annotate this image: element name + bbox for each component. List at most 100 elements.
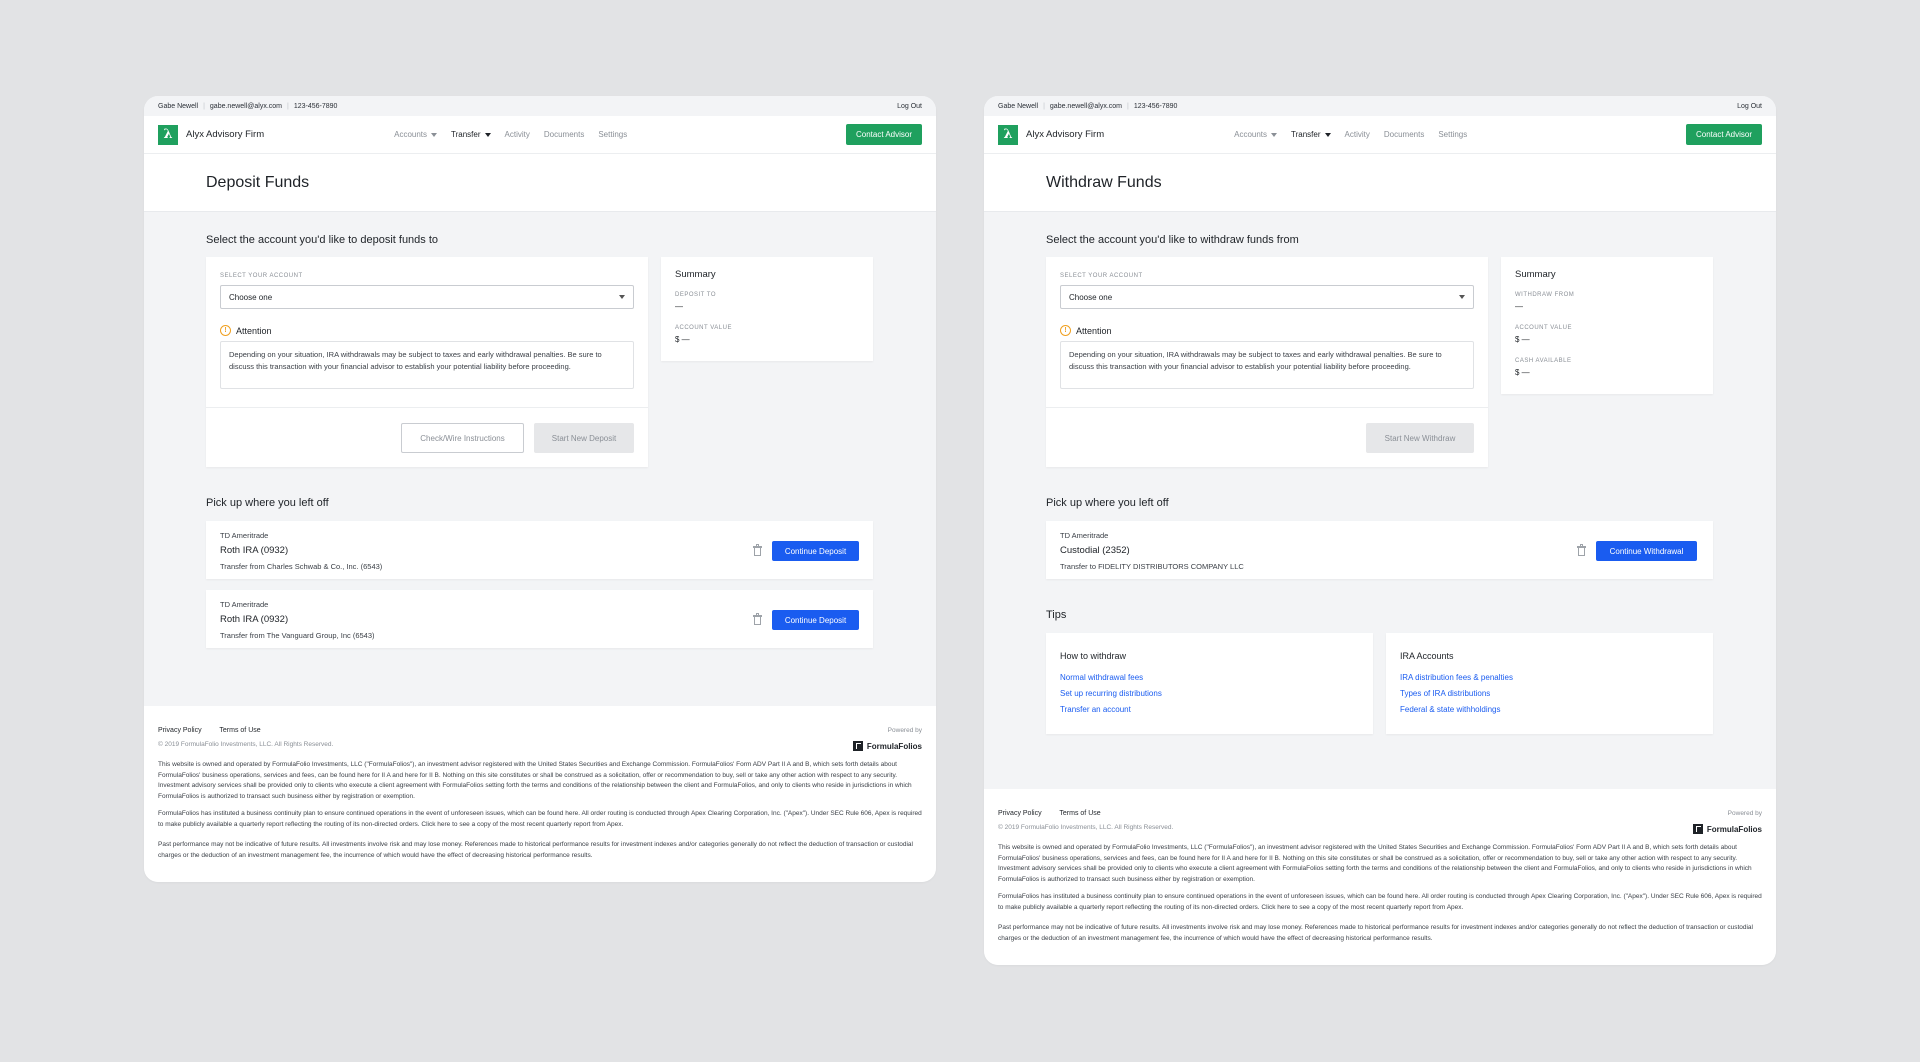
lambda-logo-icon[interactable]: λ [998,124,1018,145]
trash-icon[interactable] [753,544,762,556]
pending-transfer-card: TD Ameritrade Roth IRA (0932) Transfer f… [206,521,873,579]
copyright: © 2019 FormulaFolio Investments, LLC. Al… [998,824,1174,831]
separator: | [287,102,289,110]
pickup-heading: Pick up where you left off [1046,497,1169,509]
trash-icon[interactable] [1577,544,1586,556]
terms-of-use-link[interactable]: Terms of Use [1059,810,1100,817]
attention-title: Attention [1076,325,1112,336]
user-name: Gabe Newell [998,102,1039,110]
trash-icon[interactable] [753,613,762,625]
nav-menu: Accounts Transfer Activity Documents Set… [394,130,641,139]
transfer-description: Transfer from Charles Schwab & Co., Inc.… [220,562,383,571]
pending-transfer-card: TD Ameritrade Roth IRA (0932) Transfer f… [206,590,873,648]
tip-link-recurring-distributions[interactable]: Set up recurring distributions [1060,689,1162,698]
tip-title: How to withdraw [1060,651,1127,661]
firm-name[interactable]: Alyx Advisory Firm [1026,129,1104,140]
select-account-label: SELECT YOUR ACCOUNT [220,273,303,279]
account-select[interactable]: Choose one [220,285,634,309]
nav-settings[interactable]: Settings [1438,130,1467,139]
select-account-label: SELECT YOUR ACCOUNT [1060,273,1143,279]
continue-withdrawal-button[interactable]: Continue Withdrawal [1596,541,1697,561]
separator: | [1043,102,1045,110]
formulafolios-brand[interactable]: FormulaFolios [852,741,922,751]
tip-link-withholdings[interactable]: Federal & state withholdings [1400,705,1501,714]
nav-transfer-label: Transfer [451,130,481,139]
account-value-label: ACCOUNT VALUE [675,325,732,331]
nav-documents[interactable]: Documents [1384,130,1424,139]
firm-name[interactable]: Alyx Advisory Firm [186,129,264,140]
account-select-value: Choose one [1069,292,1113,302]
nav-settings[interactable]: Settings [598,130,627,139]
nav-activity[interactable]: Activity [505,130,530,139]
page-footer: Privacy Policy Terms of Use © 2019 Formu… [144,706,936,882]
nav-transfer[interactable]: Transfer [451,130,491,139]
attention-heading: ! Attention [220,325,272,336]
copyright: © 2019 FormulaFolio Investments, LLC. Al… [158,741,334,748]
deposit-to-label: DEPOSIT TO [675,292,717,298]
deposit-to-value: — [675,302,683,311]
user-phone: 123-456-7890 [1133,102,1178,110]
withdraw-from-label: WITHDRAW FROM [1515,292,1575,298]
tip-link-normal-withdrawal-fees[interactable]: Normal withdrawal fees [1060,673,1143,682]
nav-activity[interactable]: Activity [1345,130,1370,139]
separator: | [1127,102,1129,110]
privacy-policy-link[interactable]: Privacy Policy [158,727,202,734]
attention-message: Depending on your situation, IRA withdra… [220,341,634,389]
powered-by-label: Powered by [1727,810,1762,817]
attention-title: Attention [236,325,272,336]
formulafolios-logo-icon [1692,824,1703,834]
account-topbar: Gabe Newell | gabe.newell@alyx.com | 123… [984,96,1776,116]
start-new-deposit-button[interactable]: Start New Deposit [534,423,634,453]
tip-title: IRA Accounts [1400,651,1454,661]
logout-link[interactable]: Log Out [897,103,922,110]
formulafolios-logo-icon [852,741,863,751]
chevron-down-icon [1459,295,1465,299]
continue-deposit-button[interactable]: Continue Deposit [772,541,859,561]
legal-paragraph: This website is owned and operated by Fo… [998,844,1752,883]
nav-menu: Accounts Transfer Activity Documents Set… [1234,130,1481,139]
summary-panel: Summary DEPOSIT TO — ACCOUNT VALUE $ — [661,257,873,361]
cash-available-label: CASH AVAILABLE [1515,358,1572,364]
account-name: Roth IRA (0932) [220,545,289,556]
user-email: gabe.newell@alyx.com [1049,102,1122,110]
footer-links: Privacy Policy Terms of Use [158,727,277,734]
account-name: Custodial (2352) [1060,545,1130,556]
nav-transfer[interactable]: Transfer [1291,130,1331,139]
account-value-label: ACCOUNT VALUE [1515,325,1572,331]
provider-name: TD Ameritrade [220,531,269,540]
tip-link-ira-fees[interactable]: IRA distribution fees & penalties [1400,673,1513,682]
check-wire-instructions-button[interactable]: Check/Wire Instructions [401,423,524,453]
nav-accounts[interactable]: Accounts [1234,130,1278,139]
chevron-down-icon [1324,132,1331,137]
start-new-withdraw-button[interactable]: Start New Withdraw [1366,423,1474,453]
divider [206,407,648,408]
lambda-logo-icon[interactable]: λ [158,124,178,145]
nav-documents[interactable]: Documents [544,130,584,139]
account-topbar: Gabe Newell | gabe.newell@alyx.com | 123… [144,96,936,116]
tip-link-transfer-account[interactable]: Transfer an account [1060,705,1131,714]
nav-accounts[interactable]: Accounts [394,130,438,139]
attention-message: Depending on your situation, IRA withdra… [1060,341,1474,389]
logout-link[interactable]: Log Out [1737,103,1762,110]
user-phone: 123-456-7890 [293,102,338,110]
continue-deposit-button[interactable]: Continue Deposit [772,610,859,630]
legal-paragraph: FormulaFolios has instituted a business … [998,893,1762,911]
page-title: Withdraw Funds [1046,173,1162,191]
legal-paragraph: This website is owned and operated by Fo… [158,761,912,800]
tip-card-ira-accounts: IRA Accounts IRA distribution fees & pen… [1386,633,1713,734]
account-select-value: Choose one [229,292,273,302]
chevron-down-icon [619,295,625,299]
privacy-policy-link[interactable]: Privacy Policy [998,810,1042,817]
attention-icon: ! [220,325,231,336]
chevron-down-icon [431,132,438,137]
summary-panel: Summary WITHDRAW FROM — ACCOUNT VALUE $ … [1501,257,1713,394]
contact-advisor-button[interactable]: Contact Advisor [1685,124,1762,145]
account-select[interactable]: Choose one [1060,285,1474,309]
formulafolios-brand[interactable]: FormulaFolios [1692,824,1762,834]
terms-of-use-link[interactable]: Terms of Use [219,727,260,734]
select-account-heading: Select the account you'd like to deposit… [206,234,439,246]
nav-accounts-label: Accounts [394,130,428,139]
contact-advisor-button[interactable]: Contact Advisor [845,124,922,145]
page-header: Withdraw Funds [984,154,1776,212]
tip-link-ira-distributions[interactable]: Types of IRA distributions [1400,689,1490,698]
